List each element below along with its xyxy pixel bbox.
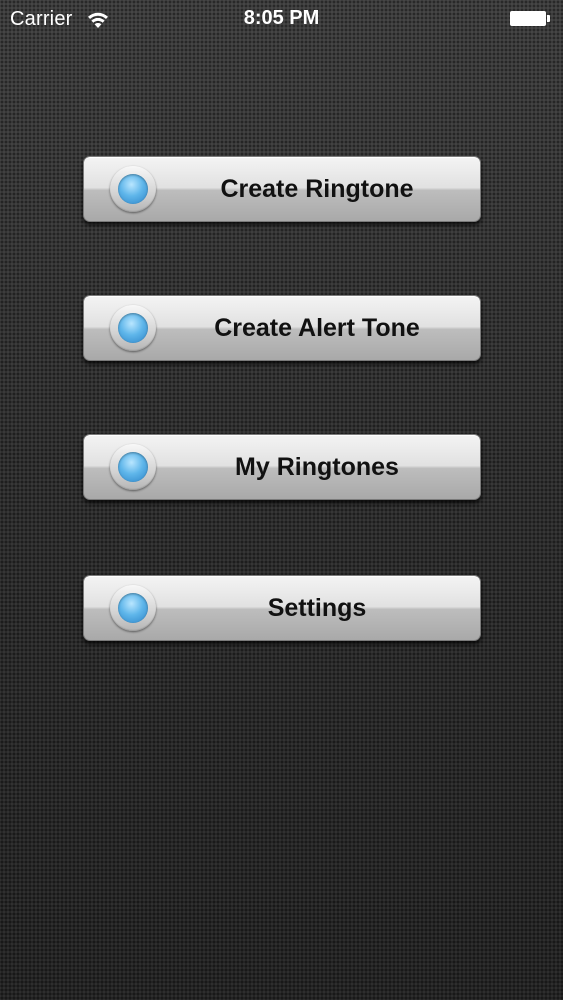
status-bar: Carrier 8:05 PM <box>0 0 563 40</box>
menu-button-label: Settings <box>267 594 367 622</box>
battery-full-icon <box>510 11 550 26</box>
main-menu: Create Ringtone Create Alert Tone My Rin… <box>83 156 481 714</box>
create-ringtone-button[interactable]: Create Ringtone <box>83 156 481 222</box>
blue-led-icon <box>110 444 156 490</box>
menu-button-label: My Ringtones <box>235 453 399 481</box>
settings-button[interactable]: Settings <box>83 575 481 641</box>
create-alert-tone-button[interactable]: Create Alert Tone <box>83 295 481 361</box>
menu-button-label: Create Ringtone <box>220 175 414 203</box>
blue-led-icon <box>110 585 156 631</box>
status-time: 8:05 PM <box>243 7 320 29</box>
blue-led-icon <box>110 166 156 212</box>
my-ringtones-button[interactable]: My Ringtones <box>83 434 481 500</box>
blue-led-icon <box>110 305 156 351</box>
menu-button-label: Create Alert Tone <box>214 314 420 342</box>
